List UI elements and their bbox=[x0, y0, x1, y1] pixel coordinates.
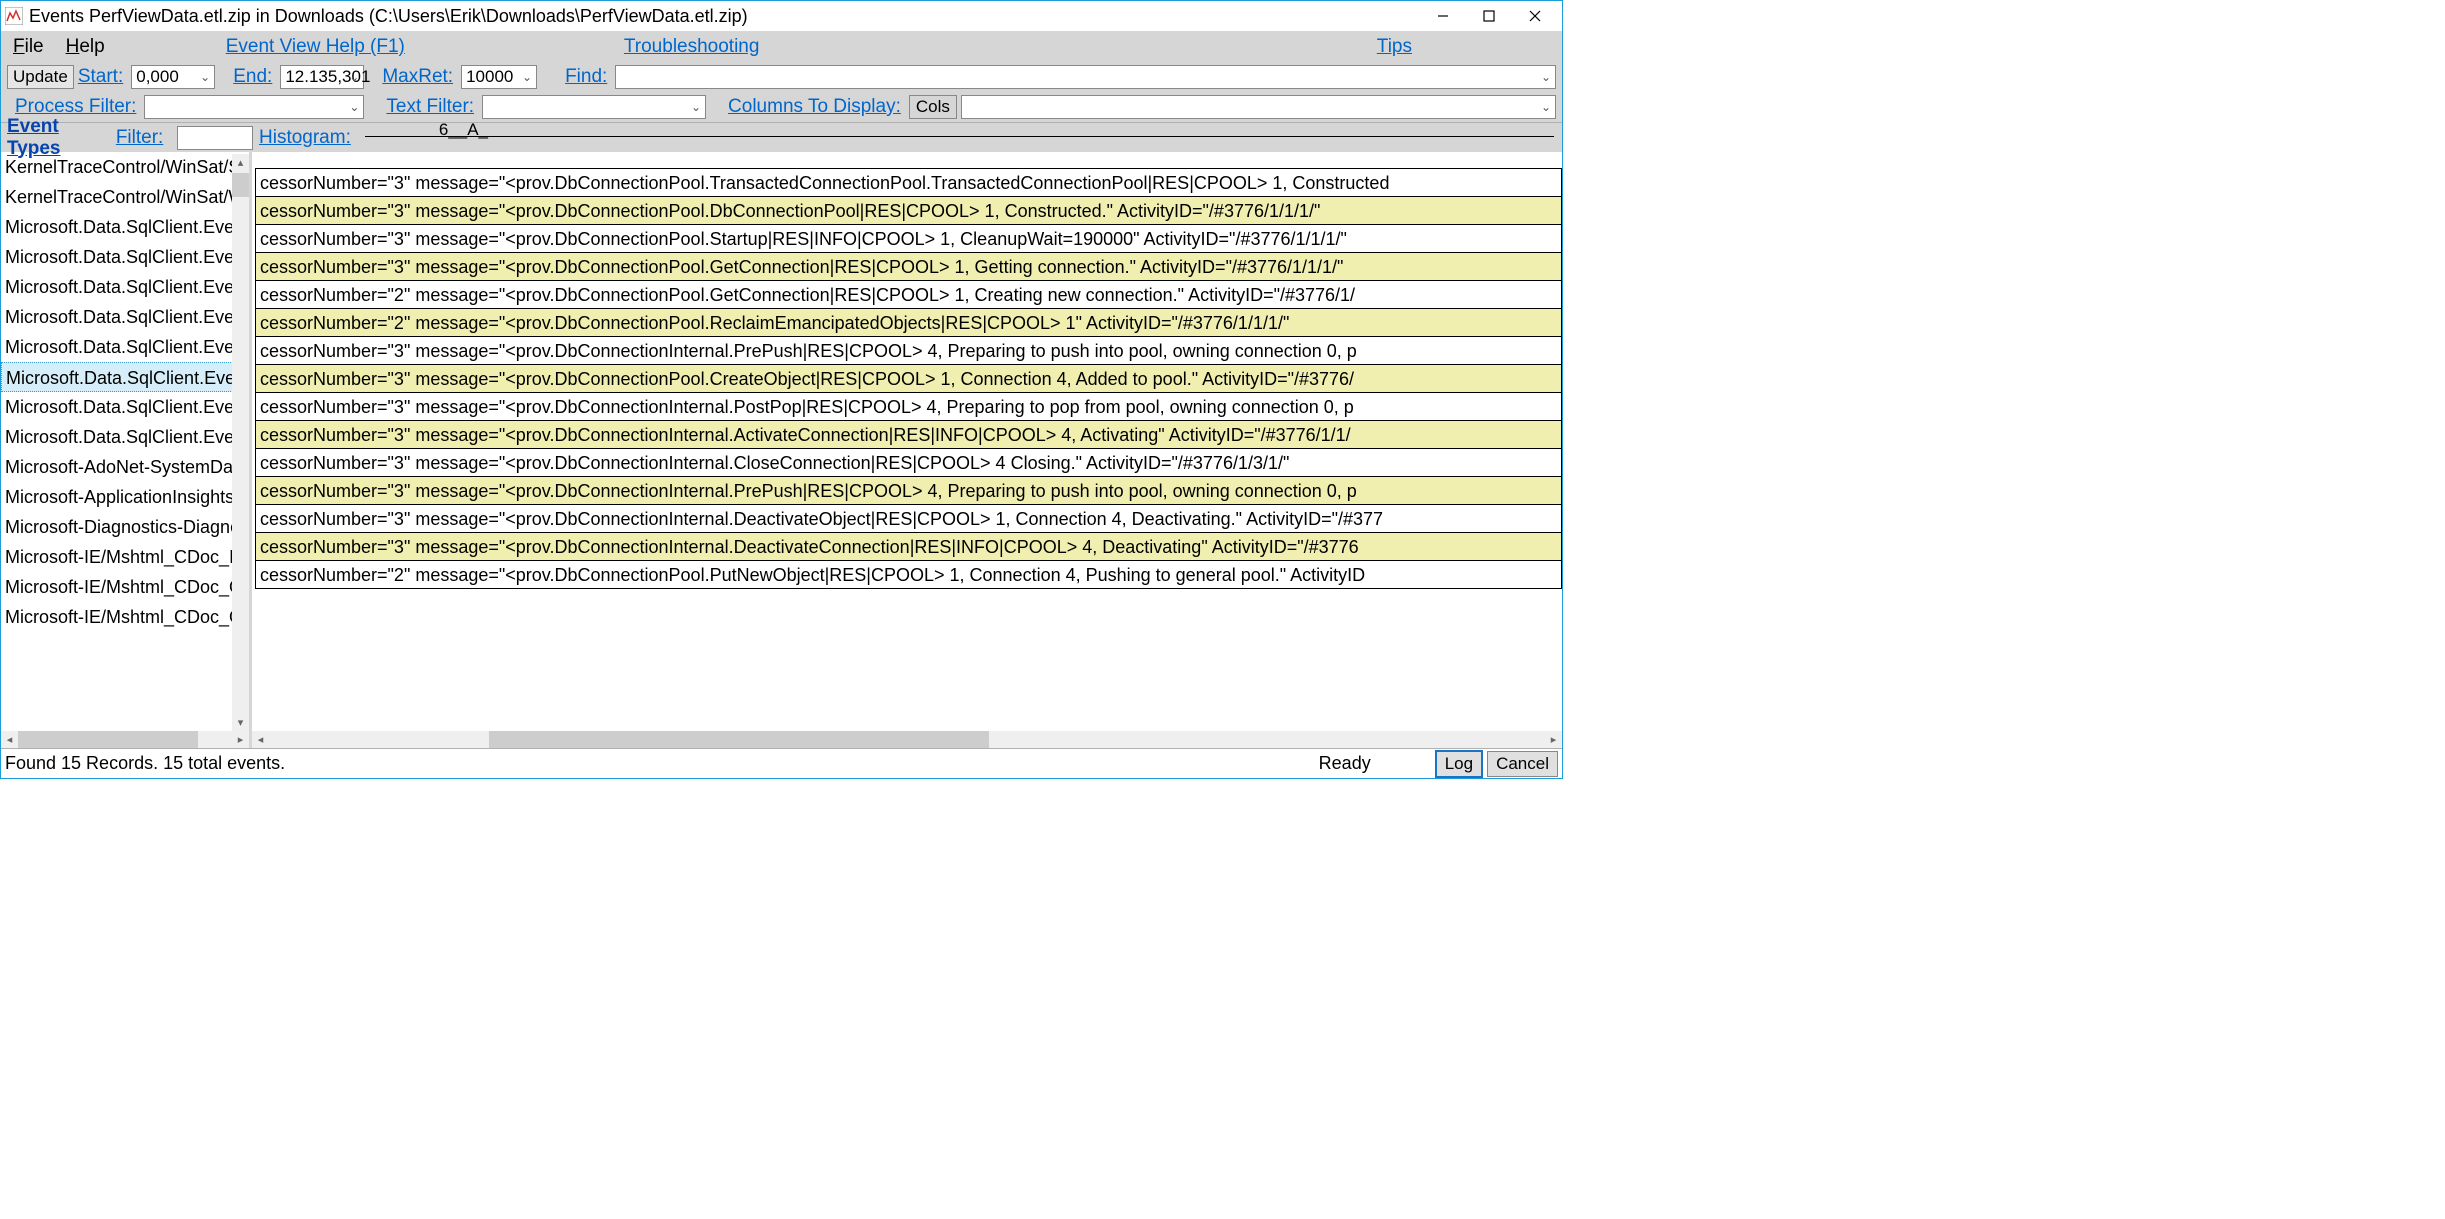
content-area: KernelTraceControl/WinSat/SystemConfigKe… bbox=[1, 152, 1562, 748]
status-bar: Found 15 Records. 15 total events. Ready… bbox=[1, 748, 1562, 778]
end-input[interactable]: 12.135,301 ⌄ bbox=[280, 65, 364, 89]
scroll-thumb[interactable] bbox=[232, 173, 249, 197]
event-row[interactable]: cessorNumber="3" message="<prov.DbConnec… bbox=[255, 252, 1562, 281]
end-label[interactable]: End: bbox=[233, 66, 272, 88]
event-type-row[interactable]: KernelTraceControl/WinSat/SystemConfig bbox=[1, 152, 249, 182]
histogram-line: 6__A_ bbox=[365, 136, 1554, 137]
scroll-left-icon[interactable]: ◂ bbox=[252, 731, 269, 748]
menu-bar: File Help Event View Help (F1) Troublesh… bbox=[1, 32, 1562, 62]
scroll-left-icon[interactable]: ◂ bbox=[1, 731, 18, 748]
menu-help[interactable]: Help bbox=[60, 34, 111, 60]
event-type-row[interactable]: Microsoft.Data.SqlClient.EventSource/Poo… bbox=[1, 362, 249, 392]
app-icon bbox=[5, 7, 23, 25]
event-row[interactable]: cessorNumber="3" message="<prov.DbConnec… bbox=[255, 448, 1562, 477]
event-row[interactable]: cessorNumber="3" message="<prov.DbConnec… bbox=[255, 476, 1562, 505]
split-header: Event Types Filter: Histogram: 6__A_ bbox=[1, 122, 1562, 152]
text-filter-label[interactable]: Text Filter: bbox=[386, 96, 474, 118]
event-row[interactable]: cessorNumber="3" message="<prov.DbConnec… bbox=[255, 168, 1562, 197]
columns-input[interactable]: ⌄ bbox=[961, 95, 1556, 119]
histogram-marks: 6__A_ bbox=[439, 120, 488, 140]
cols-button[interactable]: Cols bbox=[909, 95, 957, 119]
maxret-value: 10000 bbox=[466, 67, 513, 87]
link-troubleshooting[interactable]: Troubleshooting bbox=[624, 36, 760, 58]
event-row[interactable]: cessorNumber="3" message="<prov.DbConnec… bbox=[255, 392, 1562, 421]
event-types-filter-label[interactable]: Filter: bbox=[116, 127, 164, 149]
menu-file[interactable]: File bbox=[7, 34, 50, 60]
maxret-input[interactable]: 10000 ⌄ bbox=[461, 65, 537, 89]
cancel-button[interactable]: Cancel bbox=[1487, 751, 1558, 777]
event-row[interactable]: cessorNumber="3" message="<prov.DbConnec… bbox=[255, 224, 1562, 253]
maxret-label[interactable]: MaxRet: bbox=[382, 66, 453, 88]
update-button[interactable]: Update bbox=[7, 65, 74, 89]
log-button[interactable]: Log bbox=[1435, 750, 1483, 778]
start-input[interactable]: 0,000 ⌄ bbox=[131, 65, 215, 89]
chevron-down-icon: ⌄ bbox=[200, 70, 210, 84]
event-type-row[interactable]: Microsoft.Data.SqlClient.EventSource/Adv… bbox=[1, 212, 249, 242]
event-types-vscroll[interactable]: ▴ ▾ bbox=[232, 154, 249, 731]
event-row[interactable]: cessorNumber="3" message="<prov.DbConnec… bbox=[255, 532, 1562, 561]
link-tips[interactable]: Tips bbox=[1377, 36, 1412, 58]
event-row[interactable]: cessorNumber="3" message="<prov.DbConnec… bbox=[255, 364, 1562, 393]
maximize-button[interactable] bbox=[1466, 1, 1512, 32]
scroll-right-icon[interactable]: ▸ bbox=[1545, 731, 1562, 748]
event-type-row[interactable]: Microsoft-IE/Mshtml_CDoc_Invalidate bbox=[1, 542, 249, 572]
event-type-row[interactable]: Microsoft-IE/Mshtml_CDoc_OnPaint/Stop bbox=[1, 602, 249, 632]
event-row[interactable]: cessorNumber="3" message="<prov.DbConnec… bbox=[255, 504, 1562, 533]
chevron-down-icon: ⌄ bbox=[349, 70, 359, 84]
histogram-label[interactable]: Histogram: bbox=[259, 127, 351, 149]
event-type-row[interactable]: Microsoft-AdoNet-SystemData/ManifestData bbox=[1, 452, 249, 482]
event-row[interactable]: cessorNumber="3" message="<prov.DbConnec… bbox=[255, 420, 1562, 449]
event-type-row[interactable]: KernelTraceControl/WinSat/WinSPR bbox=[1, 182, 249, 212]
event-type-row[interactable]: Microsoft.Data.SqlClient.EventSource/Eve… bbox=[1, 302, 249, 332]
scroll-thumb[interactable] bbox=[18, 731, 198, 748]
event-types-hscroll[interactable]: ◂ ▸ bbox=[1, 731, 249, 748]
process-filter-input[interactable]: ⌄ bbox=[144, 95, 364, 119]
status-text: Found 15 Records. 15 total events. bbox=[5, 753, 1319, 774]
start-value: 0,000 bbox=[136, 67, 179, 87]
status-ready: Ready bbox=[1319, 753, 1371, 774]
event-types-panel: KernelTraceControl/WinSat/SystemConfigKe… bbox=[1, 152, 252, 748]
minimize-button[interactable] bbox=[1420, 1, 1466, 32]
scroll-thumb[interactable] bbox=[489, 731, 989, 748]
scroll-up-icon[interactable]: ▴ bbox=[232, 154, 249, 171]
chevron-down-icon: ⌄ bbox=[522, 70, 532, 84]
event-row[interactable]: cessorNumber="3" message="<prov.DbConnec… bbox=[255, 336, 1562, 365]
event-row[interactable]: cessorNumber="2" message="<prov.DbConnec… bbox=[255, 280, 1562, 309]
chevron-down-icon: ⌄ bbox=[1541, 100, 1551, 114]
find-input[interactable]: ⌄ bbox=[615, 65, 1556, 89]
events-hscroll[interactable]: ◂ ▸ bbox=[252, 731, 1562, 748]
event-row[interactable]: cessorNumber="3" message="<prov.DbConnec… bbox=[255, 196, 1562, 225]
events-grid[interactable]: cessorNumber="3" message="<prov.DbConnec… bbox=[252, 152, 1562, 731]
events-panel: cessorNumber="3" message="<prov.DbConnec… bbox=[252, 152, 1562, 748]
event-type-row[interactable]: Microsoft.Data.SqlClient.EventSource/Eve… bbox=[1, 272, 249, 302]
start-label[interactable]: Start: bbox=[78, 66, 123, 88]
text-filter-input[interactable]: ⌄ bbox=[482, 95, 706, 119]
event-type-row[interactable]: Microsoft-ApplicationInsights-Core/Manif… bbox=[1, 482, 249, 512]
event-row[interactable]: cessorNumber="2" message="<prov.DbConnec… bbox=[255, 308, 1562, 337]
event-types-list[interactable]: KernelTraceControl/WinSat/SystemConfigKe… bbox=[1, 152, 249, 731]
filter-bar-2: Process Filter: ⌄ Text Filter: ⌄ Columns… bbox=[1, 92, 1562, 122]
event-type-row[interactable]: Microsoft-IE/Mshtml_CDoc_OnPaint/Start bbox=[1, 572, 249, 602]
event-type-row[interactable]: Microsoft.Data.SqlClient.EventSource/Eve… bbox=[1, 242, 249, 272]
scroll-right-icon[interactable]: ▸ bbox=[232, 731, 249, 748]
event-types-filter-input[interactable] bbox=[177, 126, 253, 150]
title-bar: Events PerfViewData.etl.zip in Downloads… bbox=[1, 1, 1562, 32]
event-type-row[interactable]: Microsoft.Data.SqlClient.EventSource/Man… bbox=[1, 332, 249, 362]
link-event-view-help[interactable]: Event View Help (F1) bbox=[226, 36, 405, 58]
columns-to-display-label[interactable]: Columns To Display: bbox=[728, 96, 901, 118]
chevron-down-icon: ⌄ bbox=[1541, 70, 1551, 84]
event-type-row[interactable]: Microsoft.Data.SqlClient.EventSource/Tra… bbox=[1, 422, 249, 452]
chevron-down-icon: ⌄ bbox=[349, 100, 359, 114]
event-type-row[interactable]: Microsoft-Diagnostics-DiagnosticSource/ bbox=[1, 512, 249, 542]
event-type-row[interactable]: Microsoft.Data.SqlClient.EventSource/Sta… bbox=[1, 392, 249, 422]
chevron-down-icon: ⌄ bbox=[691, 100, 701, 114]
filter-bar-1: Update Start: 0,000 ⌄ End: 12.135,301 ⌄ … bbox=[1, 62, 1562, 92]
scroll-down-icon[interactable]: ▾ bbox=[232, 714, 249, 731]
event-row[interactable]: cessorNumber="2" message="<prov.DbConnec… bbox=[255, 560, 1562, 589]
window-title: Events PerfViewData.etl.zip in Downloads… bbox=[29, 6, 1420, 27]
close-button[interactable] bbox=[1512, 1, 1558, 32]
find-label[interactable]: Find: bbox=[565, 66, 607, 88]
